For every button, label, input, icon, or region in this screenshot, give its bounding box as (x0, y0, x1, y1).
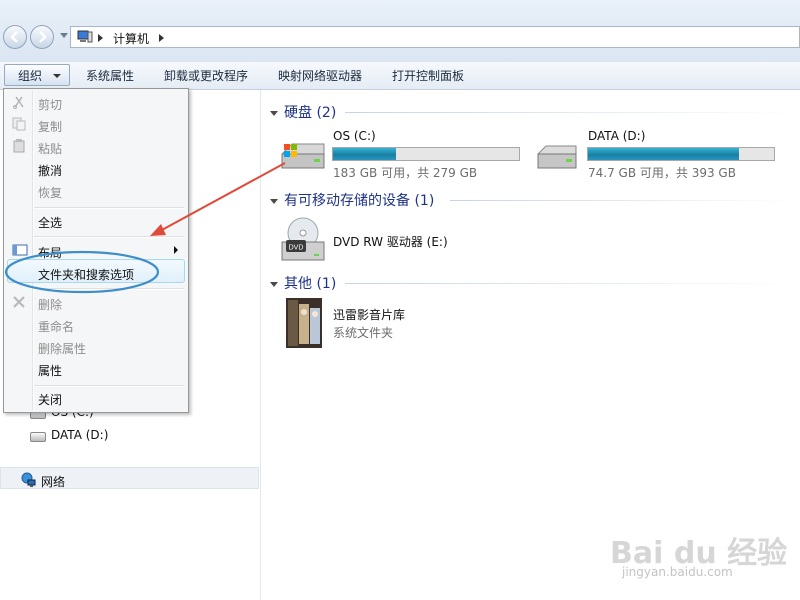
highlight-ellipse (4, 250, 160, 294)
arrowhead-icon (150, 224, 166, 236)
annotation-arrow (159, 162, 286, 232)
annotation-overlay (4, 162, 286, 294)
watermark-url: jingyan.baidu.com (622, 565, 733, 579)
